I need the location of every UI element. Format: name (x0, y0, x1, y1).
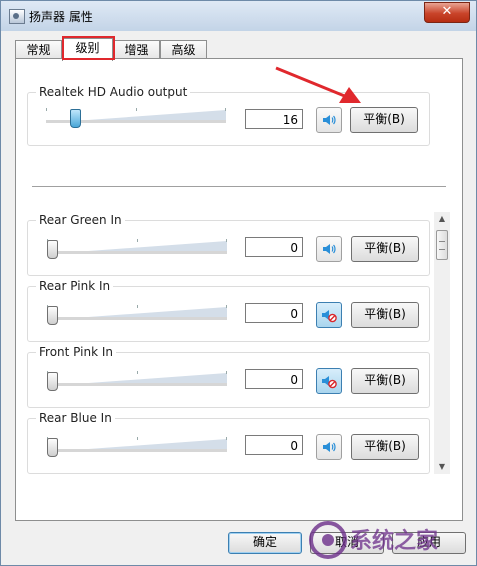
channel-group-rear-green: Rear Green In 0 平衡(B) (27, 213, 430, 276)
channel-volume-thumb[interactable] (47, 438, 58, 457)
speaker-icon (323, 442, 336, 452)
channel-volume-slider[interactable] (47, 437, 227, 457)
tab-general[interactable]: 常规 (15, 40, 62, 60)
main-volume-thumb[interactable] (70, 109, 81, 128)
title-bar: 扬声器 属性 ✕ (1, 1, 476, 31)
tab-levels[interactable]: 级别 (62, 38, 113, 61)
scroll-up-arrow-icon[interactable]: ▲ (434, 212, 450, 226)
main-device-label: Realtek HD Audio output (36, 85, 191, 99)
speaker-muted-icon (322, 310, 337, 323)
scroll-down-arrow-icon[interactable]: ▼ (434, 460, 450, 474)
scroll-thumb[interactable] (436, 230, 448, 260)
channel-mute-button[interactable] (316, 302, 342, 328)
channel-balance-button[interactable]: 平衡(B) (351, 434, 419, 460)
channel-group-rear-blue: Rear Blue In 0 平衡(B) (27, 411, 430, 474)
speaker-properties-icon (9, 9, 25, 24)
channel-label: Front Pink In (36, 345, 116, 359)
channel-group-rear-pink: Rear Pink In 0 平衡(B) (27, 279, 430, 342)
main-volume-value[interactable]: 16 (245, 109, 303, 129)
window-title: 扬声器 属性 (29, 10, 93, 24)
channel-volume-slider[interactable] (47, 305, 227, 325)
channel-volume-value[interactable]: 0 (245, 237, 303, 257)
tab-enhancements[interactable]: 增强 (113, 40, 160, 60)
channel-mute-button[interactable] (316, 368, 342, 394)
channel-volume-thumb[interactable] (47, 372, 58, 391)
channel-mute-button[interactable] (316, 236, 342, 262)
channel-mute-button[interactable] (316, 434, 342, 460)
channel-balance-button[interactable]: 平衡(B) (351, 236, 419, 262)
speaker-muted-icon (322, 376, 337, 389)
channel-balance-button[interactable]: 平衡(B) (351, 368, 419, 394)
channel-group-front-pink: Front Pink In 0 平衡(B) (27, 345, 430, 408)
red-arrow-annotation (275, 66, 361, 103)
channel-scrollbar[interactable]: ▲ ▼ (434, 212, 450, 474)
channel-label: Rear Pink In (36, 279, 114, 293)
channel-label: Rear Blue In (36, 411, 115, 425)
channel-volume-value[interactable]: 0 (245, 369, 303, 389)
channel-volume-slider[interactable] (47, 239, 227, 259)
channel-balance-button[interactable]: 平衡(B) (351, 302, 419, 328)
speaker-properties-window: 扬声器 属性 ✕ 常规 级别 增强 高级 Realtek HD Audio ou… (0, 0, 477, 566)
tab-advanced[interactable]: 高级 (160, 40, 207, 60)
main-volume-slider[interactable] (46, 108, 226, 128)
close-button[interactable]: ✕ (424, 2, 470, 23)
speaker-icon (323, 244, 336, 254)
channel-volume-slider[interactable] (47, 371, 227, 391)
watermark-text: 系统之家 (350, 528, 439, 554)
speaker-icon (323, 115, 336, 125)
channel-label: Rear Green In (36, 213, 125, 227)
levels-panel: Realtek HD Audio output 16 平衡(B) Rear Gr… (15, 58, 463, 521)
channel-volume-thumb[interactable] (47, 240, 58, 259)
channel-volume-value[interactable]: 0 (245, 303, 303, 323)
watermark-logo: 系统之家 (309, 521, 439, 559)
channel-volume-value[interactable]: 0 (245, 435, 303, 455)
ok-button[interactable]: 确定 (228, 532, 302, 554)
channel-volume-thumb[interactable] (47, 306, 58, 325)
divider (32, 186, 446, 187)
